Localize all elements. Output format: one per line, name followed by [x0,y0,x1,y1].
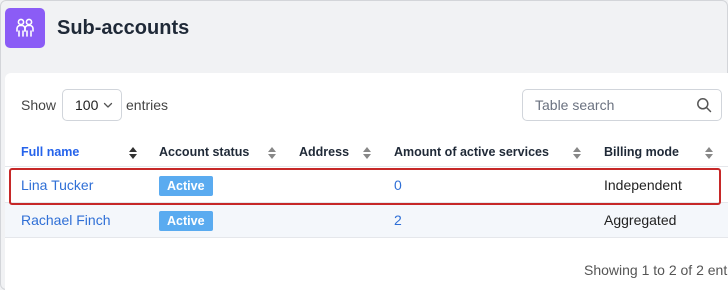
column-active-services[interactable]: Amount of active services [394,145,549,159]
page-header: Sub-accounts [0,0,728,62]
column-account-status[interactable]: Account status [159,145,249,159]
table-search[interactable] [522,89,722,121]
entries-select[interactable]: 100 [62,89,122,121]
column-address[interactable]: Address [299,145,349,159]
search-icon[interactable] [696,97,712,113]
sort-icon[interactable] [129,147,137,159]
search-input[interactable] [523,90,688,120]
show-label: Show [21,97,57,113]
billing-mode-cell: Aggregated [604,212,677,228]
sort-icon[interactable] [363,147,371,159]
table-row[interactable]: Rachael Finch Active 2 Aggregated [5,203,728,238]
sort-icon[interactable] [268,147,276,159]
table-info: Showing 1 to 2 of 2 entries [584,262,728,278]
table-header: Full name Account status Address Amount … [5,137,728,167]
chevron-down-icon [103,102,113,108]
page-title: Sub-accounts [57,17,190,39]
sub-accounts-icon [5,8,45,48]
sort-icon[interactable] [705,147,713,159]
entries-label: entries [126,97,169,113]
status-badge: Active [159,211,213,231]
full-name-link[interactable]: Rachael Finch [21,212,111,228]
sort-icon[interactable] [573,147,581,159]
row-highlight-outline [9,168,721,205]
column-billing-mode[interactable]: Billing mode [604,145,679,159]
entries-value: 100 [75,97,99,113]
column-full-name[interactable]: Full name [21,145,79,159]
active-services-link[interactable]: 2 [394,212,402,228]
